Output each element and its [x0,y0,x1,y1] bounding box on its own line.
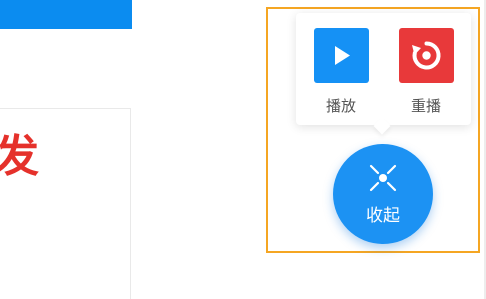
play-button[interactable]: 播放 [313,28,369,114]
replay-icon [411,41,441,70]
replay-tile[interactable] [398,28,454,83]
content-card: 发 [0,108,131,299]
collapse-label: 收起 [366,206,400,226]
collapse-icon [369,164,397,192]
collapse-fab-button[interactable]: 收起 [333,144,433,244]
play-label: 播放 [325,97,356,115]
card-heading-char: 发 [0,131,39,182]
replay-button[interactable]: 重播 [398,28,454,114]
replay-label: 重播 [410,97,441,115]
top-blue-strip [0,0,132,29]
play-tile[interactable] [313,28,369,83]
play-icon [334,46,350,65]
